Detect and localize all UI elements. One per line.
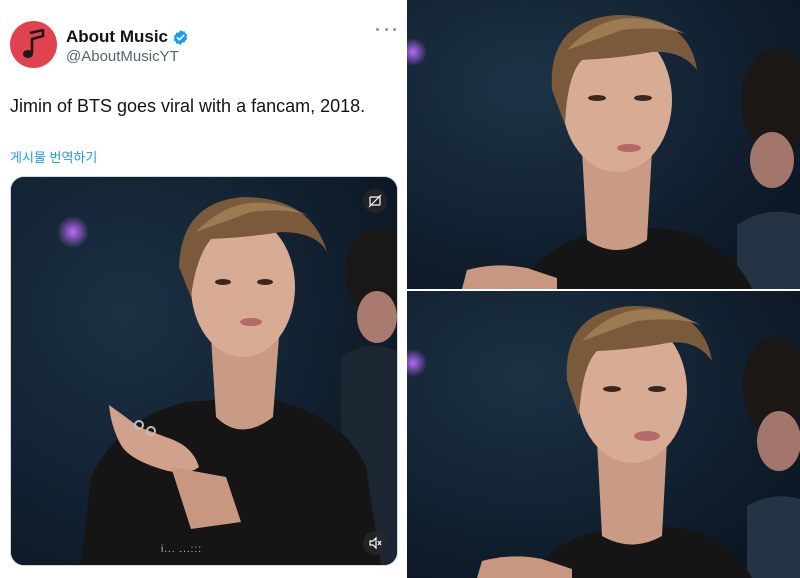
author-display-name[interactable]: About Music xyxy=(66,27,189,47)
more-options-icon[interactable] xyxy=(376,24,396,34)
music-note-icon xyxy=(21,28,47,61)
video-frame xyxy=(11,177,397,565)
sensitive-toggle-icon[interactable] xyxy=(363,189,387,213)
verified-badge-icon xyxy=(172,29,189,46)
author-handle[interactable]: @AboutMusicYT xyxy=(66,48,179,65)
translate-post-link[interactable]: 게시물 번역하기 xyxy=(10,147,97,166)
profile-avatar[interactable] xyxy=(10,21,57,68)
video-caption: i... ...::: xyxy=(161,544,203,555)
tweet-media-video[interactable]: i... ...::: xyxy=(10,176,398,566)
photo-still-bottom xyxy=(407,291,800,578)
display-name-text[interactable]: About Music xyxy=(66,27,168,47)
photo-still-top xyxy=(407,0,800,289)
speaker-muted-icon[interactable] xyxy=(363,531,387,555)
tweet-text: Jimin of BTS goes viral with a fancam, 2… xyxy=(10,96,366,116)
tweet-card: About Music @AboutMusicYT Jimin of BTS g… xyxy=(0,0,404,578)
